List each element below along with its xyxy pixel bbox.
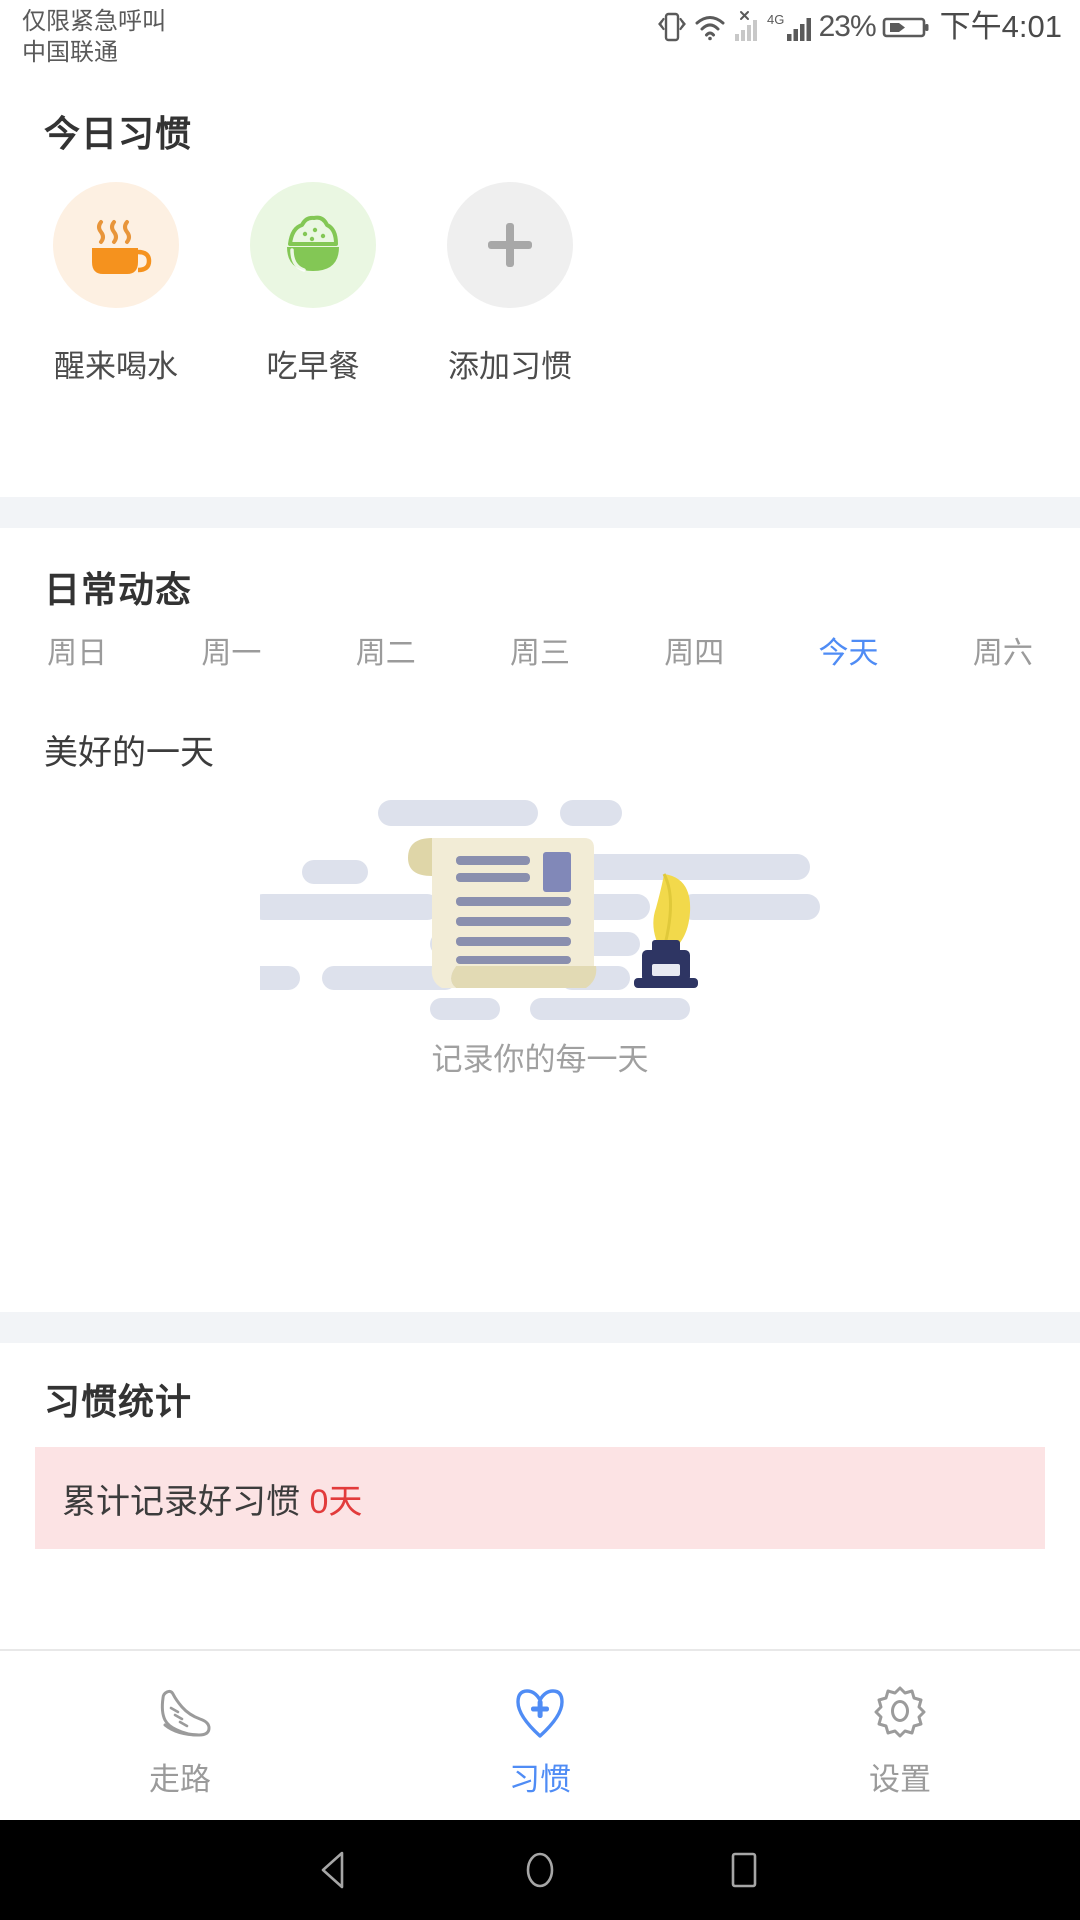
nav-label: 走路	[149, 1762, 211, 1797]
signal-no-service-icon	[734, 11, 757, 41]
app-screen: 仅限紧急呼叫 中国联通 4G 23% 下午4:01 今日习惯 醒来喝水 吃早餐 …	[0, 0, 1080, 1920]
coffee-cup-icon	[92, 220, 152, 274]
habit-label: 添加习惯	[448, 349, 572, 384]
battery-charging-icon	[882, 17, 929, 38]
circle-home-icon[interactable]	[513, 1843, 567, 1897]
section-divider-2	[0, 1312, 1080, 1343]
status-icons: 4G 23% 下午4:01	[657, 10, 1062, 44]
carrier-line-2: 中国联通	[22, 39, 118, 66]
signal-bars-icon: 4G	[767, 12, 811, 41]
habit-stats-section: 习惯统计 累计记录好习惯 0天	[0, 1343, 1080, 1640]
nav-item-habits[interactable]: 习惯	[360, 1651, 720, 1820]
daily-section-title: 日常动态	[44, 569, 193, 610]
stats-prefix: 累计记录好习惯	[62, 1482, 310, 1521]
habit-label: 醒来喝水	[54, 349, 178, 384]
bottom-navigation: 走路 习惯 设置	[0, 1649, 1080, 1820]
battery-percent: 23%	[818, 10, 877, 43]
habit-icon-circle	[250, 182, 376, 308]
square-recents-icon[interactable]	[717, 1843, 771, 1897]
stats-value: 0天	[309, 1482, 363, 1521]
habit-item-add-habit[interactable]: 添加习惯	[429, 182, 591, 386]
stats-banner[interactable]: 累计记录好习惯 0天	[35, 1447, 1045, 1549]
svg-text:4G: 4G	[767, 12, 784, 27]
scroll-quill-inkpot-illustration	[260, 800, 820, 1020]
habits-section-title: 今日习惯	[44, 113, 193, 154]
weekday-tab-monday[interactable]: 周一	[154, 628, 308, 672]
weekday-tab-saturday[interactable]: 周六	[926, 628, 1080, 672]
weekday-tab-thursday[interactable]: 周四	[617, 628, 771, 672]
stats-banner-text: 累计记录好习惯 0天	[62, 1474, 362, 1523]
habit-icon-circle	[53, 182, 179, 308]
habit-item-eat-breakfast[interactable]: 吃早餐	[232, 182, 394, 386]
status-bar: 仅限紧急呼叫 中国联通 4G 23% 下午4:01	[0, 0, 1080, 72]
heart-plus-icon	[509, 1678, 571, 1744]
habit-list: 醒来喝水 吃早餐 添加习惯	[0, 182, 591, 386]
wifi-icon	[695, 16, 725, 41]
plus-icon	[488, 223, 532, 267]
empty-state: 记录你的每一天	[0, 790, 1080, 1079]
weekday-tabs: 周日 周一 周二 周三 周四 今天 周六	[0, 628, 1080, 672]
nav-label: 设置	[869, 1762, 931, 1797]
habit-icon-circle	[447, 182, 573, 308]
weekday-tab-today[interactable]: 今天	[771, 628, 925, 672]
todays-habits-section: 今日习惯 醒来喝水 吃早餐 添加习惯	[0, 72, 1080, 497]
carrier-info: 仅限紧急呼叫 中国联通	[22, 6, 166, 68]
nav-item-settings[interactable]: 设置	[720, 1651, 1080, 1820]
nav-item-walk[interactable]: 走路	[0, 1651, 360, 1820]
stats-section-title: 习惯统计	[44, 1381, 193, 1422]
weekday-tab-wednesday[interactable]: 周三	[463, 628, 617, 672]
gear-icon	[869, 1678, 931, 1744]
carrier-line-1: 仅限紧急呼叫	[22, 8, 166, 35]
habit-label: 吃早餐	[266, 349, 360, 384]
triangle-back-icon[interactable]	[309, 1843, 363, 1897]
daily-dynamics-section: 日常动态 周日 周一 周二 周三 周四 今天 周六 美好的一天 记录你的每一天	[0, 528, 1080, 1084]
running-shoe-icon	[149, 1678, 211, 1744]
android-navigation-bar	[0, 1820, 1080, 1920]
empty-state-caption: 记录你的每一天	[431, 1042, 649, 1077]
weekday-tab-sunday[interactable]: 周日	[0, 628, 154, 672]
section-divider-1	[0, 497, 1080, 528]
rice-bowl-icon	[287, 215, 339, 272]
vibrate-icon	[657, 12, 686, 42]
weekday-tab-tuesday[interactable]: 周二	[309, 628, 463, 672]
nav-label: 习惯	[509, 1762, 571, 1797]
status-time: 下午4:01	[939, 9, 1062, 44]
mood-label: 美好的一天	[44, 734, 214, 772]
habit-item-drink-water[interactable]: 醒来喝水	[35, 182, 197, 386]
